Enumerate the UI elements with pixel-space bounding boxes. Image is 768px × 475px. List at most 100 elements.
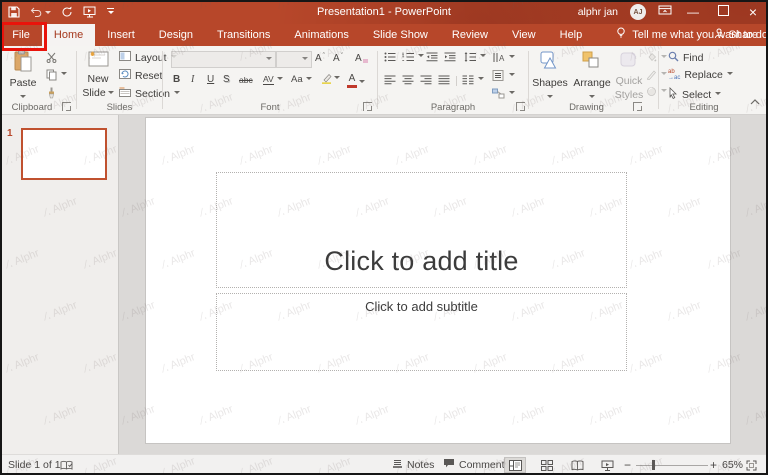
decrease-indent-icon[interactable] xyxy=(426,52,438,62)
underline-button[interactable]: U xyxy=(207,74,214,85)
reading-view-button[interactable] xyxy=(566,457,588,473)
justify-icon[interactable] xyxy=(438,75,450,85)
editing-group-label: Editing xyxy=(689,102,719,113)
slides-group: New Slide Layout Reset Section Slides xyxy=(77,46,181,114)
slide-indicator[interactable]: Slide 1 of 1 xyxy=(8,455,61,475)
tab-transitions[interactable]: Transitions xyxy=(205,24,282,46)
svg-text:A: A xyxy=(499,54,505,63)
numbering-icon[interactable] xyxy=(402,52,424,62)
replace-button[interactable]: ab →ac Replace xyxy=(668,69,733,81)
comments-icon xyxy=(443,458,455,472)
maximize-button[interactable] xyxy=(714,0,732,24)
text-shadow-button[interactable]: S xyxy=(223,74,230,85)
layout-icon xyxy=(119,51,131,64)
clipboard-group-label: Clipboard xyxy=(11,102,53,113)
columns-icon[interactable] xyxy=(462,75,484,85)
fit-slide-to-window-icon[interactable] xyxy=(746,455,757,475)
align-center-icon[interactable] xyxy=(402,75,414,85)
font-group: Aˆ Aˇ A B I U S abc AV Aa A Font xyxy=(163,46,377,114)
notes-button[interactable]: Notes xyxy=(392,455,434,475)
shapes-icon xyxy=(538,50,562,76)
arrange-button[interactable]: Arrange xyxy=(571,50,613,101)
zoom-in-button[interactable]: + xyxy=(710,455,717,475)
tab-animations[interactable]: Animations xyxy=(282,24,360,46)
format-painter-icon[interactable] xyxy=(46,87,57,99)
italic-button[interactable]: I xyxy=(191,74,194,85)
change-case-button[interactable]: Aa xyxy=(291,74,312,85)
align-left-icon[interactable] xyxy=(384,75,396,85)
new-slide-button[interactable]: New Slide xyxy=(79,50,117,99)
slide-canvas[interactable]: Click to add title Click to add subtitle xyxy=(146,118,730,443)
clipboard-dialog-launcher-icon[interactable] xyxy=(62,102,71,111)
reset-button[interactable]: Reset xyxy=(119,69,162,82)
slide-thumbnail[interactable] xyxy=(21,128,107,180)
bold-button[interactable]: B xyxy=(173,74,180,85)
zoom-slider-thumb[interactable] xyxy=(652,460,655,470)
quick-styles-icon xyxy=(619,50,639,74)
cut-icon[interactable] xyxy=(46,52,57,63)
tab-insert[interactable]: Insert xyxy=(95,24,147,46)
minimize-button[interactable]: — xyxy=(684,0,702,24)
share-person-icon xyxy=(714,28,725,42)
convert-to-smartart-icon[interactable] xyxy=(492,88,515,99)
zoom-slider-track[interactable] xyxy=(636,465,708,466)
clear-formatting-button[interactable]: A xyxy=(355,53,368,64)
paragraph-dialog-launcher-icon[interactable] xyxy=(516,102,525,111)
normal-view-button[interactable] xyxy=(504,457,526,473)
collapse-ribbon-icon[interactable] xyxy=(750,92,760,110)
grow-font-button[interactable]: Aˆ xyxy=(315,53,325,64)
select-button[interactable]: Select xyxy=(668,87,722,102)
bullets-icon[interactable] xyxy=(384,52,396,62)
strikethrough-button[interactable]: abc xyxy=(239,75,253,85)
slide-editor-area: Click to add title Click to add subtitle xyxy=(119,115,768,455)
font-color-button[interactable]: A xyxy=(347,74,365,88)
font-group-label: Font xyxy=(260,102,280,113)
slide-sorter-view-button[interactable] xyxy=(536,457,558,473)
align-text-icon[interactable] xyxy=(492,70,515,81)
tab-home[interactable]: Home xyxy=(41,24,96,46)
zoom-level[interactable]: 65% xyxy=(722,455,743,475)
title-placeholder[interactable]: Click to add title xyxy=(216,172,627,288)
increase-indent-icon[interactable] xyxy=(444,52,456,62)
signed-in-user[interactable]: alphr jan xyxy=(578,6,618,18)
lightbulb-icon xyxy=(616,27,626,43)
close-button[interactable]: × xyxy=(744,0,762,24)
paragraph-group: A Paragraph xyxy=(378,46,528,114)
font-dialog-launcher-icon[interactable] xyxy=(363,102,372,111)
tab-review[interactable]: Review xyxy=(440,24,500,46)
slides-group-label: Slides xyxy=(106,102,133,113)
align-right-icon[interactable] xyxy=(420,75,432,85)
user-avatar[interactable]: AJ xyxy=(630,4,646,20)
slide-show-view-button[interactable] xyxy=(596,457,618,473)
tab-file[interactable]: File xyxy=(0,24,42,46)
drawing-dialog-launcher-icon[interactable] xyxy=(633,102,642,111)
ribbon: Paste Clipboard New Slide Layout Reset S… xyxy=(0,46,768,115)
status-bar: Slide 1 of 1 Notes Comments − + 65% xyxy=(0,454,768,475)
copy-icon[interactable] xyxy=(46,69,67,81)
find-button[interactable]: Find xyxy=(668,51,703,65)
character-spacing-button[interactable]: AV xyxy=(263,74,283,85)
font-size-combobox[interactable] xyxy=(276,51,312,68)
quick-styles-button[interactable]: Quick Styles xyxy=(613,50,645,101)
zoom-out-button[interactable]: − xyxy=(624,455,631,475)
spell-check-icon[interactable] xyxy=(60,455,73,475)
tab-slide-show[interactable]: Slide Show xyxy=(361,24,440,46)
tab-help[interactable]: Help xyxy=(548,24,595,46)
tab-view[interactable]: View xyxy=(500,24,548,46)
comments-button[interactable]: Comments xyxy=(443,455,510,475)
shapes-button[interactable]: Shapes xyxy=(531,50,569,101)
ribbon-display-options-icon[interactable] xyxy=(658,3,672,21)
line-spacing-icon[interactable] xyxy=(464,52,486,62)
font-name-combobox[interactable] xyxy=(171,51,276,68)
reset-icon xyxy=(119,69,131,82)
replace-icon: ab →ac xyxy=(668,69,681,81)
subtitle-placeholder[interactable]: Click to add subtitle xyxy=(216,293,627,371)
share-button[interactable]: Share xyxy=(714,24,758,46)
clipboard-group: Paste Clipboard xyxy=(0,46,76,114)
shrink-font-button[interactable]: Aˇ xyxy=(333,53,343,64)
tab-design[interactable]: Design xyxy=(147,24,205,46)
text-direction-icon[interactable]: A xyxy=(492,52,515,63)
drawing-group: Shapes Arrange Quick Styles Drawing xyxy=(529,46,667,114)
highlight-color-button[interactable] xyxy=(321,73,340,84)
paste-button[interactable]: Paste xyxy=(6,50,40,101)
